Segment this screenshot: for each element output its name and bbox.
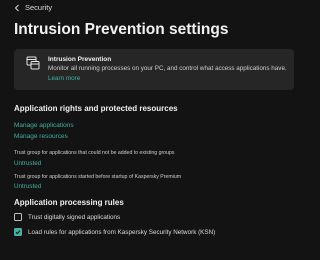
ksn-rules-checkbox[interactable] [14, 228, 22, 236]
card-description: Monitor all running processes on your PC… [48, 65, 287, 72]
ksn-rules-label: Load rules for applications from Kaspers… [28, 228, 216, 236]
trust-signed-option[interactable]: Trust digitally signed applications [14, 213, 120, 221]
trust-group-label: Trust group for applications that could … [14, 150, 175, 156]
startup-group-select[interactable]: Untrusted [14, 183, 41, 190]
back-link[interactable]: Security [14, 3, 52, 12]
checkmark-icon [15, 230, 21, 235]
startup-group-label: Trust group for applications started bef… [14, 174, 182, 180]
card-title: Intrusion Prevention [48, 56, 112, 63]
rights-section-title: Application rights and protected resourc… [14, 104, 178, 113]
back-link-label: Security [25, 3, 53, 12]
manage-applications-link[interactable]: Manage applications [14, 122, 74, 129]
processing-section-title: Application processing rules [14, 198, 124, 207]
window-app-icon [26, 56, 40, 70]
learn-more-link[interactable]: Learn more [48, 73, 286, 84]
trust-signed-checkbox[interactable] [14, 213, 22, 221]
ksn-rules-option[interactable]: Load rules for applications from Kaspers… [14, 228, 215, 236]
settings-page: Security Intrusion Prevention settings I… [0, 0, 300, 260]
page-title: Intrusion Prevention settings [14, 21, 229, 38]
trust-signed-label: Trust digitally signed applications [28, 213, 121, 221]
manage-resources-link[interactable]: Manage resources [14, 133, 68, 140]
trust-group-select[interactable]: Untrusted [14, 160, 41, 167]
chevron-left-icon [14, 4, 19, 11]
info-card: Intrusion Prevention Monitor all running… [14, 49, 294, 90]
